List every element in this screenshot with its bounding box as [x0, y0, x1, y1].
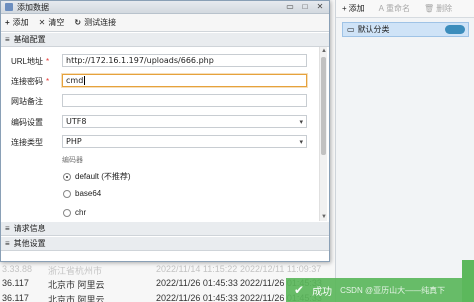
category-toolbar: + 添加 A 重命名 🗑 删除 — [336, 0, 474, 18]
type-select[interactable]: PHP ▾ — [62, 135, 307, 148]
type-value: PHP — [66, 137, 82, 146]
check-icon: ✔ — [294, 283, 305, 297]
section-other-settings[interactable]: ≡ 其他设置 — [1, 236, 329, 251]
radio-icon — [63, 189, 71, 198]
add-data-dialog: 添加数据 ▭ □ ✕ + 添加 ✕ 清空 ↻ 测试连接 ≡ 基础配置 URL地址… — [0, 0, 330, 262]
dialog-title: 添加数据 — [17, 2, 49, 12]
encoder-option-label: default (不推荐) — [75, 172, 131, 181]
plus-icon: + — [342, 4, 347, 13]
toast-message: 成功 — [312, 286, 333, 298]
category-item-default[interactable]: ▭ 默认分类 — [342, 22, 469, 37]
add-button-label: 添加 — [12, 18, 29, 27]
refresh-icon: ↻ — [74, 18, 82, 27]
clear-icon: ✕ — [38, 18, 46, 27]
cell-location: 北京市 阿里云 — [48, 280, 105, 290]
trash-icon: 🗑 — [424, 4, 435, 13]
category-add-label: 添加 — [348, 4, 365, 13]
cell-ip: 3.33.88 — [2, 264, 33, 274]
scroll-up-icon[interactable]: ▲ — [321, 48, 327, 54]
table-row[interactable]: 36.117 北京市 阿里云 2022/11/26 01:45:33 2022/… — [0, 276, 335, 291]
test-connection-button[interactable]: ↻ 测试连接 — [74, 17, 116, 28]
close-icon[interactable]: ✕ — [313, 2, 327, 12]
category-delete-button[interactable]: 🗑 删除 — [424, 3, 452, 14]
section-basic-config[interactable]: ≡ 基础配置 — [1, 32, 329, 47]
category-delete-label: 删除 — [436, 4, 453, 13]
cell-created: 2022/11/14 11:15:22 — [156, 264, 238, 274]
scroll-thumb[interactable] — [321, 57, 326, 155]
encoder-option-label: chr — [75, 208, 87, 217]
form-scrollbar[interactable]: ▲ ▼ — [319, 47, 327, 221]
password-value: cmd — [66, 76, 84, 85]
cell-ip: 36.117 — [2, 278, 29, 288]
chevron-down-icon: ▾ — [299, 138, 303, 146]
encoder-option-default[interactable]: default (不推荐) — [63, 171, 131, 182]
clear-button[interactable]: ✕ 清空 — [39, 17, 65, 28]
cell-updated: 2022/12/11 11:09:37 — [240, 264, 322, 274]
rename-icon: A — [378, 4, 385, 13]
clear-button-label: 清空 — [48, 18, 65, 27]
table-row[interactable]: 3.33.88 浙江省杭州市 2022/11/14 11:15:22 2022/… — [0, 262, 335, 277]
password-label: 连接密码 * — [11, 77, 50, 86]
dialog-titlebar[interactable]: 添加数据 ▭ □ ✕ — [1, 1, 329, 14]
folder-icon: ▭ — [347, 25, 355, 34]
text-caret — [84, 76, 86, 85]
radio-icon — [63, 208, 71, 217]
required-mark: * — [46, 57, 50, 66]
encoder-option-label: base64 — [75, 189, 102, 198]
basic-config-form: URL地址 * http://172.16.1.197/uploads/666.p… — [1, 47, 329, 221]
url-label: URL地址 * — [11, 57, 50, 66]
encoder-option-base64[interactable]: base64 — [63, 189, 101, 198]
cell-created: 2022/11/26 01:45:33 — [156, 293, 238, 302]
category-panel: + 添加 A 重命名 🗑 删除 ▭ 默认分类 — [335, 0, 474, 302]
cell-created: 2022/11/26 01:45:33 — [156, 278, 238, 288]
test-connection-label: 测试连接 — [84, 18, 117, 27]
category-rename-button[interactable]: A 重命名 — [379, 3, 410, 14]
minimize-icon[interactable]: ▭ — [283, 2, 297, 12]
list-icon: ≡ — [5, 224, 10, 233]
section-title: 基础配置 — [13, 35, 46, 44]
toast-watermark: CSDN @亚历山大——纯真下 — [340, 285, 446, 295]
encoder-label: 编码器 — [62, 157, 83, 164]
encoding-label: 编码设置 — [11, 118, 43, 127]
section-request-info[interactable]: ≡ 请求信息 — [1, 221, 329, 236]
encoding-select[interactable]: UTF8 ▾ — [62, 115, 307, 128]
plus-icon: + — [5, 18, 10, 27]
password-input[interactable]: cmd — [62, 74, 307, 87]
chevron-down-icon: ▾ — [299, 118, 303, 126]
note-input[interactable] — [62, 94, 307, 107]
type-label: 连接类型 — [11, 138, 43, 147]
encoding-value: UTF8 — [66, 117, 87, 126]
section-title: 其他设置 — [13, 239, 46, 248]
category-add-button[interactable]: + 添加 — [342, 3, 365, 14]
section-title: 请求信息 — [13, 224, 46, 233]
scroll-down-icon[interactable]: ▼ — [321, 214, 327, 220]
cell-ip: 36.117 — [2, 293, 29, 302]
category-count-badge — [445, 25, 465, 34]
encoder-option-chr[interactable]: chr — [63, 208, 86, 217]
list-icon: ≡ — [5, 239, 10, 248]
app-icon — [5, 3, 13, 11]
maximize-icon[interactable]: □ — [298, 2, 312, 12]
table-row[interactable]: 36.117 北京市 阿里云 2022/11/26 01:45:33 2022/… — [0, 291, 335, 302]
category-item-label: 默认分类 — [357, 25, 390, 34]
required-mark: * — [46, 77, 50, 86]
note-label: 网站备注 — [11, 97, 43, 106]
radio-selected-icon — [63, 172, 71, 181]
list-icon: ≡ — [5, 35, 10, 44]
url-input[interactable]: http://172.16.1.197/uploads/666.php — [62, 54, 307, 67]
add-button[interactable]: + 添加 — [5, 17, 29, 28]
category-rename-label: 重命名 — [386, 4, 411, 13]
dialog-toolbar: + 添加 ✕ 清空 ↻ 测试连接 — [1, 14, 329, 32]
success-toast[interactable]: ✔ 成功 CSDN @亚历山大——纯真下 — [286, 278, 474, 302]
cell-location: 北京市 阿里云 — [48, 295, 105, 302]
